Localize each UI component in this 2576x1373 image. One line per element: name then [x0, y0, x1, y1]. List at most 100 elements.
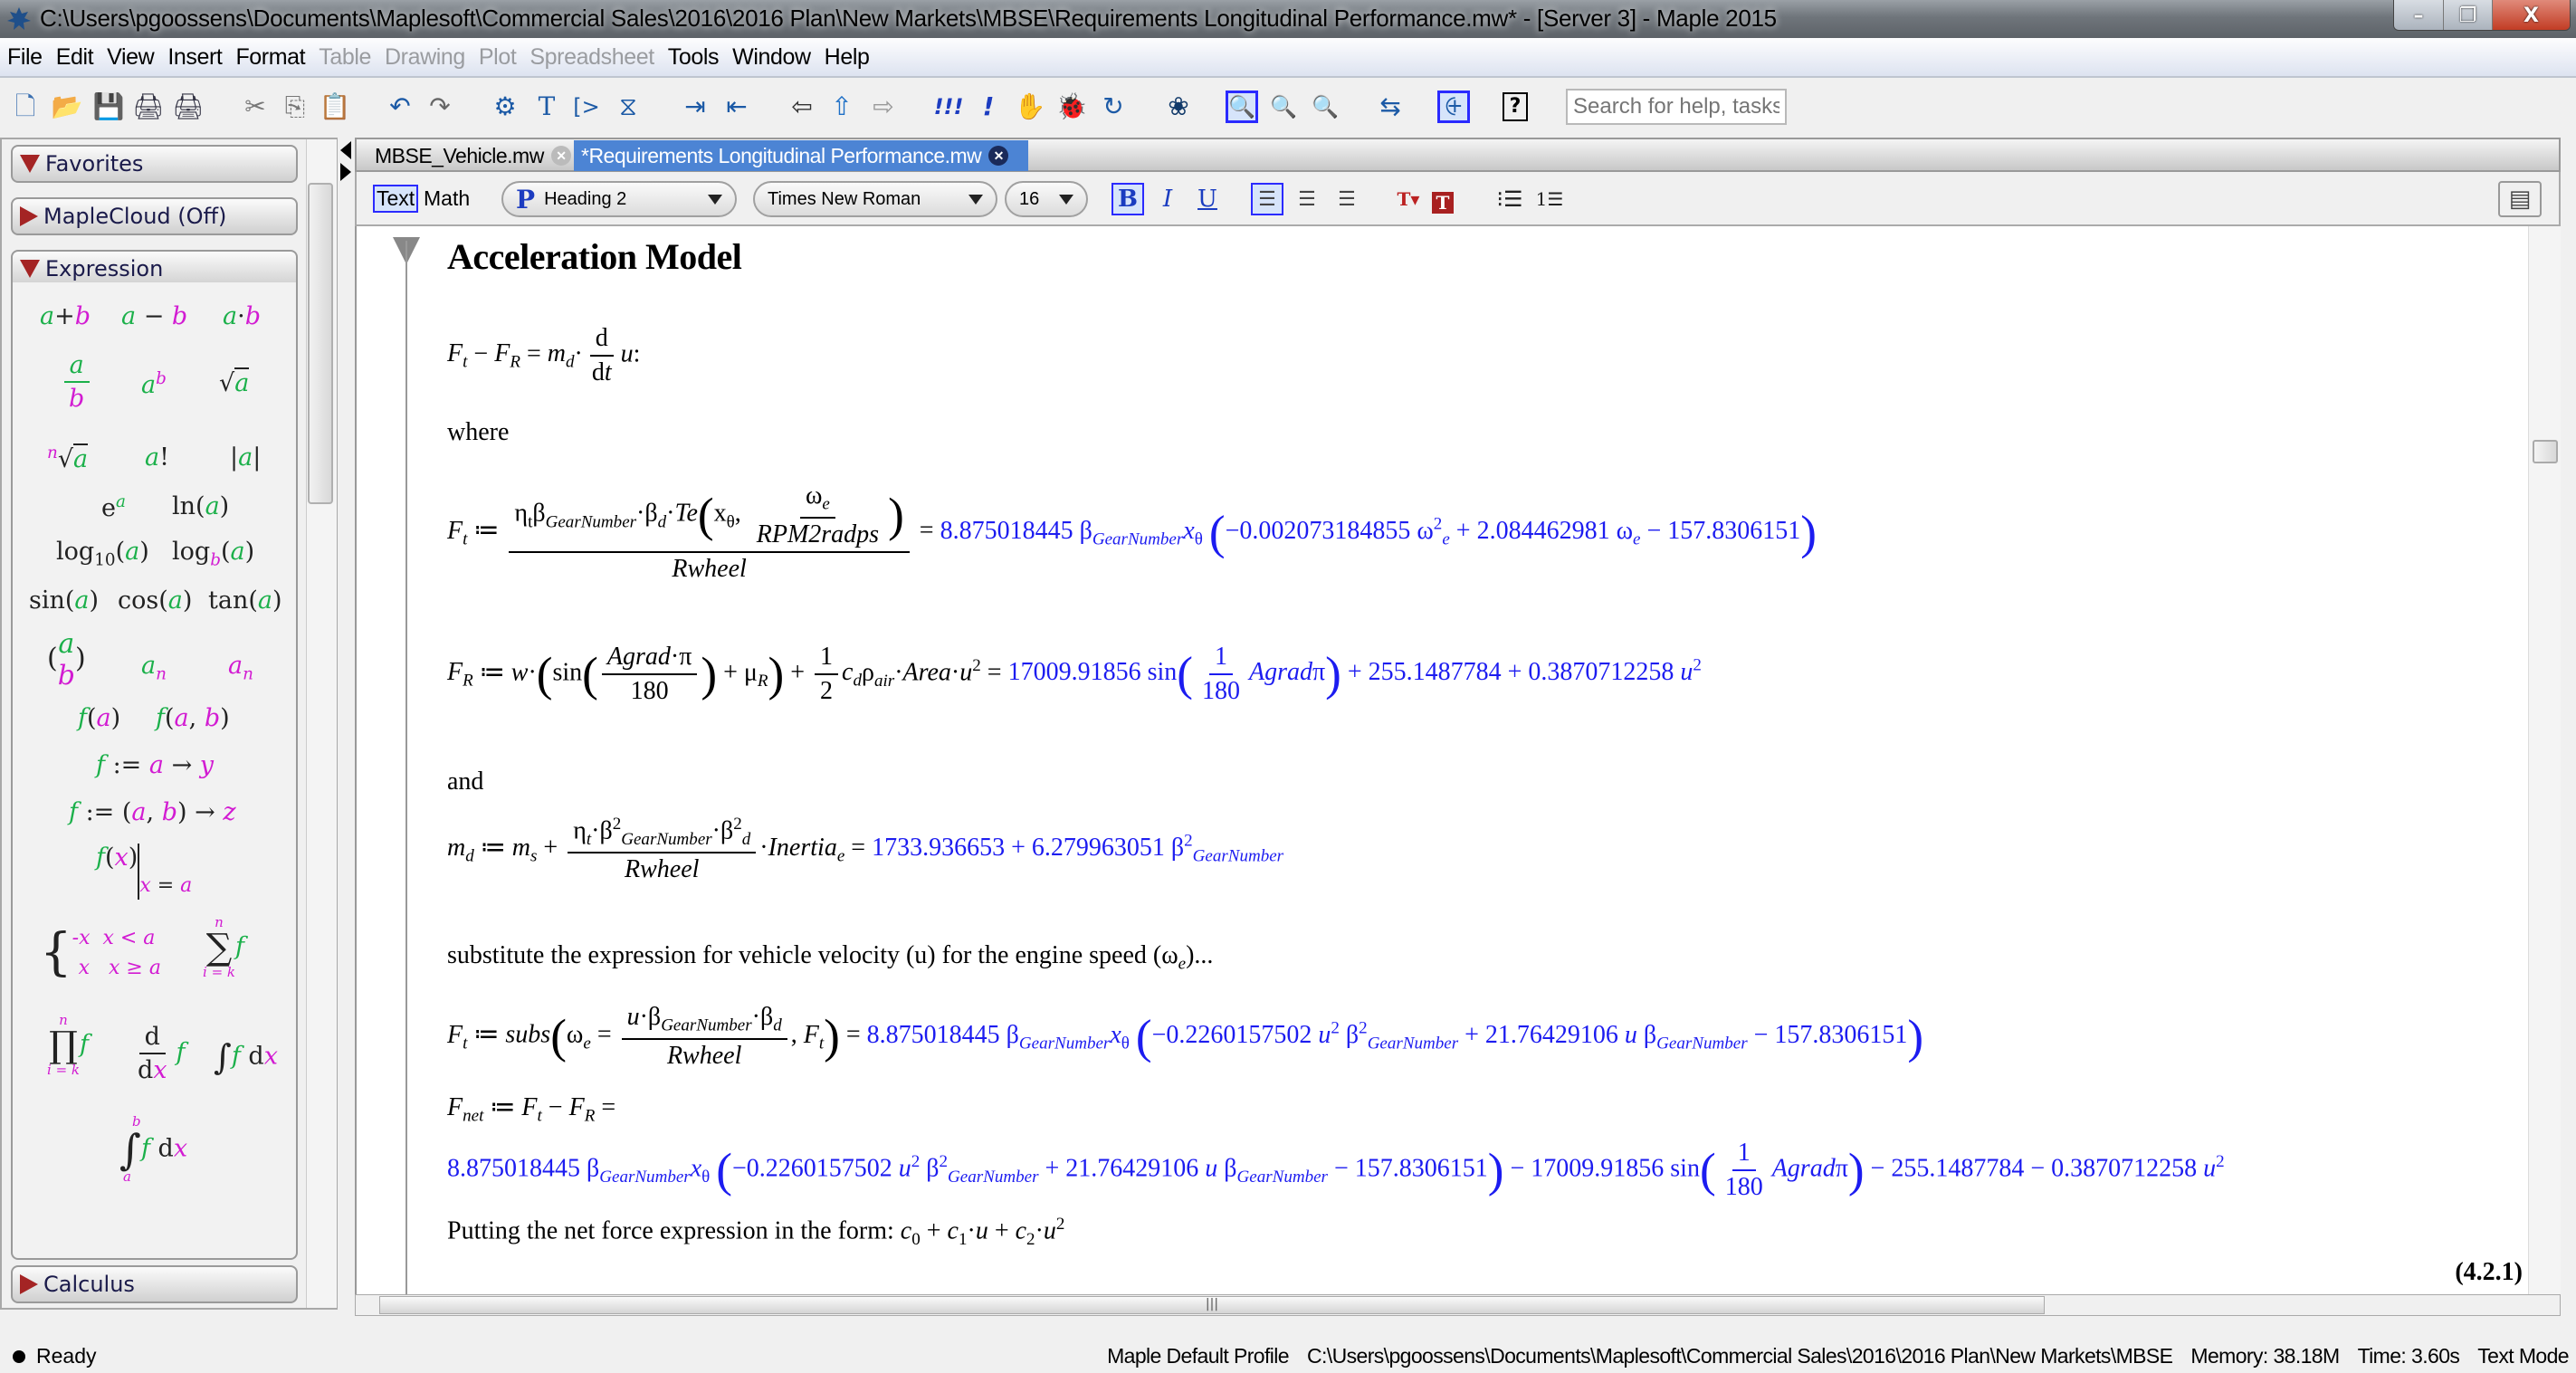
background-color-icon[interactable]: T — [1432, 192, 1454, 214]
palette-item-sqrt[interactable]: √a — [219, 367, 250, 397]
home-icon[interactable]: ⇧ — [825, 91, 858, 123]
menu-window[interactable]: Window — [732, 44, 811, 71]
palette-item-abs[interactable]: |a| — [230, 443, 261, 472]
palette-item-arrow-function[interactable]: f := a → y — [96, 751, 214, 779]
hourglass-icon[interactable]: ⧖ — [612, 91, 644, 123]
palette-item-factorial[interactable]: a! — [145, 443, 169, 472]
menu-plot[interactable]: Plot — [479, 44, 517, 71]
numbered-list-icon[interactable]: 1☰ — [1533, 183, 1566, 215]
style-dropdown[interactable]: P Heading 2 — [501, 181, 737, 217]
execute-icon[interactable]: ! — [972, 91, 1005, 123]
palette-item-function-2[interactable]: f(a, b) — [156, 704, 230, 732]
dock-collapse-arrows-icon[interactable] — [340, 138, 351, 210]
save-icon[interactable]: 💾 — [92, 91, 125, 123]
menu-view[interactable]: View — [107, 44, 155, 71]
palette-item-binomial[interactable]: (a b) — [47, 628, 86, 691]
execute-all-icon[interactable]: !!! — [932, 91, 965, 123]
paste-icon[interactable]: 📋 — [319, 91, 351, 123]
cut-icon[interactable]: ✂ — [239, 91, 272, 123]
execution-group-icon[interactable]: [> — [570, 91, 603, 123]
palette-item-nthroot[interactable]: n√a — [47, 443, 89, 473]
palette-item-derivative[interactable]: d dx f — [129, 1023, 186, 1084]
back-icon[interactable]: ⇦ — [786, 91, 818, 123]
palette-item-function[interactable]: f(a) — [78, 704, 120, 732]
menu-file[interactable]: File — [7, 44, 43, 71]
help-icon[interactable]: ? — [1503, 92, 1528, 121]
menu-help[interactable]: Help — [825, 44, 870, 71]
undo-icon[interactable]: ↶ — [384, 91, 416, 123]
text-mode-icon[interactable]: T — [530, 91, 563, 123]
copy-icon[interactable]: ⎘ — [279, 91, 311, 123]
math-mode-button[interactable]: Math — [424, 186, 470, 211]
zoom-150-icon[interactable]: 🔍 — [1267, 91, 1300, 123]
document-blocks-icon[interactable]: ▤ — [2498, 181, 2542, 217]
tab-mbse-vehicle[interactable]: MBSE_Vehicle.mw ✕ — [367, 140, 578, 171]
palette-item-eval-at[interactable]: f(x)x = a — [96, 844, 192, 900]
help-search-input[interactable] — [1566, 89, 1787, 125]
align-right-icon[interactable]: ☰ — [1331, 183, 1363, 215]
open-folder-icon[interactable]: 📂 — [51, 91, 83, 123]
document-horizontal-scrollbar[interactable]: ||| — [355, 1294, 2561, 1316]
worksheet[interactable]: Acceleration Model Ft − FR = md· d dt u: wh… — [355, 226, 2561, 1294]
align-left-icon[interactable]: ☰ — [1251, 183, 1283, 215]
debug-icon[interactable]: 🐞 — [1055, 91, 1088, 123]
menu-spreadsheet[interactable]: Spreadsheet — [530, 44, 654, 71]
palette-item-product[interactable]: n ∏ i = kf — [47, 1014, 89, 1077]
insert-math-icon[interactable]: ⨭ — [1437, 91, 1470, 123]
restore-button[interactable]: ❐ — [2443, 0, 2492, 30]
indent-icon[interactable]: ⇥ — [679, 91, 711, 123]
palette-item-subscript[interactable]: an — [141, 652, 167, 683]
document-vertical-scrollbar[interactable] — [2528, 226, 2561, 1294]
palette-item-integral[interactable]: ∫f dx — [214, 1037, 278, 1077]
redo-icon[interactable]: ↷ — [424, 91, 456, 123]
menu-table[interactable]: Table — [319, 44, 371, 71]
menu-edit[interactable]: Edit — [56, 44, 94, 71]
outdent-icon[interactable]: ⇤ — [720, 91, 753, 123]
tab-close-icon[interactable]: ✕ — [988, 146, 1009, 166]
zoom-100-icon[interactable]: 🔍 — [1226, 91, 1258, 123]
palette-item-definite-integral[interactable]: b ∫ a f dx — [119, 1115, 187, 1184]
palette-item-log10[interactable]: log10(a) — [56, 538, 149, 569]
restart-icon[interactable]: ↻ — [1097, 91, 1130, 123]
align-center-icon[interactable]: ☰ — [1291, 183, 1323, 215]
palette-item-fraction[interactable]: ab — [60, 351, 93, 413]
menu-format[interactable]: Format — [235, 44, 305, 71]
palette-item-ln[interactable]: ln(a) — [172, 492, 229, 520]
palette-item-tan[interactable]: tan(a) — [208, 586, 282, 615]
print-icon[interactable]: 🖨 — [132, 91, 165, 123]
underline-button[interactable]: U — [1191, 183, 1224, 215]
menu-drawing[interactable]: Drawing — [385, 44, 465, 71]
print-preview-icon[interactable]: 🖨 — [172, 91, 205, 123]
palette-item-multiply[interactable]: a·b — [223, 302, 261, 330]
vertical-scrollbar-thumb[interactable] — [2533, 440, 2558, 463]
palette-item-cos[interactable]: cos(a) — [118, 586, 192, 615]
stop-icon[interactable]: ✋ — [1014, 91, 1046, 123]
close-button[interactable]: X — [2492, 0, 2570, 30]
palette-scrollbar-thumb[interactable] — [308, 183, 333, 504]
bullet-list-icon[interactable]: ⁝☰ — [1493, 183, 1526, 215]
palette-item-subtract[interactable]: a − b — [121, 302, 187, 330]
palette-item-piecewise[interactable]: {-x x < a x x ≥ a — [40, 923, 161, 982]
font-size-dropdown[interactable]: 16 — [1005, 181, 1088, 217]
palette-item-arrow-function-2[interactable]: f := (a, b) → z — [69, 798, 236, 826]
text-mode-button[interactable]: Text — [373, 185, 419, 213]
foreground-color-icon[interactable]: T▾ — [1392, 183, 1425, 215]
font-dropdown[interactable]: Times New Roman — [753, 181, 997, 217]
toggle-input-icon[interactable]: ⇆ — [1374, 91, 1407, 123]
palette-calculus[interactable]: Calculus — [11, 1265, 298, 1303]
minimize-button[interactable]: – — [2394, 0, 2443, 30]
menu-insert[interactable]: Insert — [167, 44, 223, 71]
palette-item-sin[interactable]: sin(a) — [29, 586, 99, 615]
insert-text-icon[interactable]: ⚙ — [489, 91, 521, 123]
forward-icon[interactable]: ⇨ — [867, 91, 900, 123]
palette-item-sum[interactable]: n ∑ i = kf — [203, 916, 244, 979]
tab-requirements-longitudinal[interactable]: *Requirements Longitudinal Performance.m… — [574, 140, 1028, 171]
palette-item-add[interactable]: a+b — [40, 302, 91, 330]
tab-close-icon[interactable]: ✕ — [550, 146, 571, 166]
palette-maplecloud[interactable]: MapleCloud (Off) — [11, 197, 298, 235]
palette-item-atomic-subscript[interactable]: an — [228, 652, 253, 683]
menu-tools[interactable]: Tools — [668, 44, 720, 71]
puzzle-icon[interactable]: ❀ — [1162, 91, 1195, 123]
palette-item-power[interactable]: ab — [141, 369, 167, 399]
zoom-200-icon[interactable]: 🔍 — [1309, 91, 1341, 123]
